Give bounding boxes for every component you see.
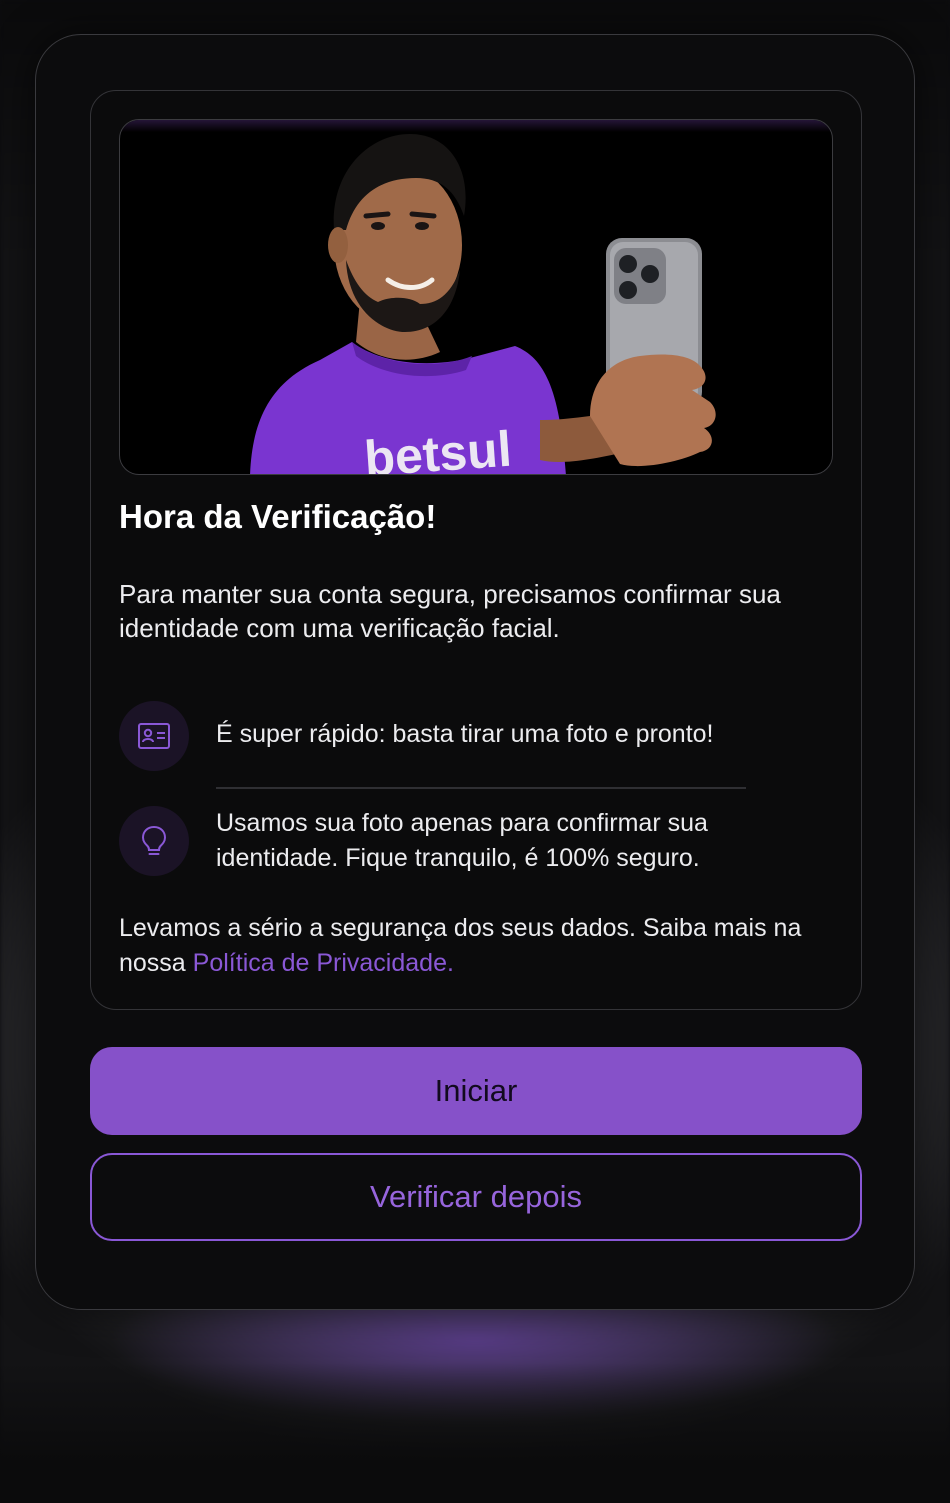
start-button[interactable]: Iniciar [90, 1047, 862, 1135]
shirt-brand-text: betsul [363, 421, 514, 475]
info-card: betsul Hora da Verificação! Para manter … [90, 90, 862, 1010]
modal-title: Hora da Verificação! [119, 498, 437, 535]
feature-divider [216, 787, 746, 789]
intro-text: Para manter sua conta segura, precisamos… [119, 579, 781, 643]
verify-later-button[interactable]: Verificar depois [90, 1153, 862, 1241]
privacy-notice: Levamos a sério a segurança dos seus dad… [119, 911, 839, 981]
feature-text-speed: É super rápido: basta tirar uma foto e p… [216, 720, 714, 748]
feature-text-security: Usamos sua foto apenas para confirmar su… [216, 809, 708, 872]
verification-modal: betsul Hora da Verificação! Para manter … [35, 34, 915, 1310]
hero-image: betsul [119, 119, 833, 475]
background-fade [0, 1363, 950, 1503]
selfie-illustration: betsul [250, 134, 716, 475]
privacy-policy-link[interactable]: Política de Privacidade. [193, 949, 454, 977]
id-card-icon [119, 701, 189, 771]
lightbulb-icon [119, 806, 189, 876]
